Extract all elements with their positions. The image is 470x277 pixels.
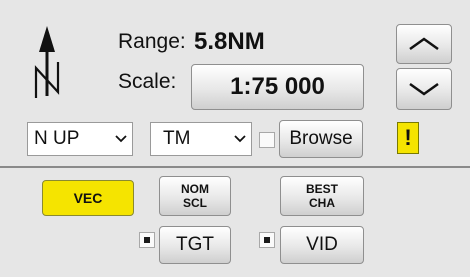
browse-button[interactable]: Browse: [279, 120, 363, 158]
best-cha-line2: CHA: [309, 196, 335, 210]
range-label: Range:: [118, 30, 186, 53]
chevron-down-icon: [229, 135, 251, 143]
vid-label: VID: [306, 234, 338, 255]
best-cha-line1: BEST: [305, 182, 338, 196]
divider: [0, 166, 470, 168]
chevron-up-icon: [409, 37, 439, 51]
range-up-button[interactable]: [396, 24, 452, 64]
north-arrow-icon: [34, 26, 60, 98]
scale-label: Scale:: [118, 70, 177, 93]
motion-mode-value: TM: [163, 128, 191, 149]
tgt-checkbox[interactable]: [139, 232, 155, 248]
orientation-select[interactable]: N UP: [27, 122, 133, 156]
nom-scl-button[interactable]: NOM SCL: [159, 176, 231, 216]
chevron-down-icon: [110, 135, 132, 143]
nom-scl-line2: SCL: [183, 196, 207, 210]
chevron-down-icon: [409, 82, 439, 96]
nom-scl-line1: NOM: [181, 182, 209, 196]
vid-button[interactable]: VID: [280, 226, 364, 264]
browse-checkbox[interactable]: [259, 132, 275, 148]
scale-button[interactable]: 1:75 000: [191, 64, 364, 110]
vec-label: VEC: [73, 190, 103, 206]
alert-icon: !: [404, 125, 412, 150]
tgt-label: TGT: [176, 234, 214, 255]
vid-checkbox[interactable]: [259, 232, 275, 248]
chart-display-panel: Range: 5.8NM Scale: 1:75 000 N UP TM Bro…: [0, 0, 470, 277]
range-down-button[interactable]: [396, 68, 452, 110]
motion-mode-select[interactable]: TM: [150, 122, 252, 156]
scale-value: 1:75 000: [230, 73, 325, 100]
tgt-button[interactable]: TGT: [159, 226, 231, 264]
range-value: 5.8NM: [194, 28, 265, 55]
browse-label: Browse: [289, 128, 353, 149]
vec-button[interactable]: VEC: [42, 180, 134, 216]
orientation-value: N UP: [34, 128, 80, 149]
best-cha-button[interactable]: BEST CHA: [280, 176, 364, 216]
alert-button[interactable]: !: [397, 122, 419, 154]
